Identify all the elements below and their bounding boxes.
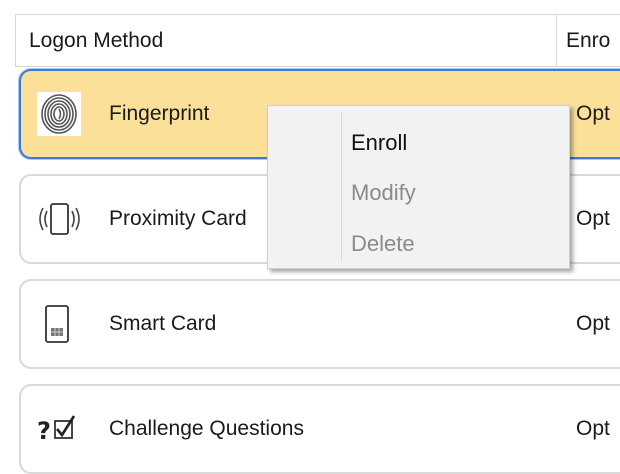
list-item-challenge-questions[interactable]: ? Challenge Questions Opt (19, 384, 620, 474)
list-item-label: Smart Card (109, 312, 217, 335)
list-item-label: Challenge Questions (109, 417, 304, 440)
proximity-card-icon (37, 197, 81, 241)
list-item-status: Opt (576, 102, 610, 125)
column-header: Logon Method Enro (15, 14, 620, 67)
list-item-status: Opt (576, 207, 610, 230)
svg-text:?: ? (37, 417, 51, 445)
menu-gutter-divider (341, 112, 342, 262)
menu-item-delete[interactable]: Delete (351, 231, 415, 257)
list-item-smart-card[interactable]: Smart Card Opt (19, 279, 620, 369)
smart-card-icon (37, 302, 81, 346)
list-item-label: Proximity Card (109, 207, 247, 230)
list-item-status: Opt (576, 312, 610, 335)
fingerprint-icon (37, 92, 81, 136)
context-menu: Enroll Modify Delete (267, 105, 570, 269)
header-logon-method[interactable]: Logon Method (29, 29, 163, 53)
header-enrollment[interactable]: Enro (566, 29, 610, 53)
list-item-label: Fingerprint (109, 102, 210, 125)
challenge-questions-icon: ? (37, 407, 81, 451)
header-separator (556, 15, 557, 66)
menu-item-modify[interactable]: Modify (351, 180, 416, 206)
menu-item-enroll[interactable]: Enroll (351, 130, 407, 156)
list-item-status: Opt (576, 417, 610, 440)
